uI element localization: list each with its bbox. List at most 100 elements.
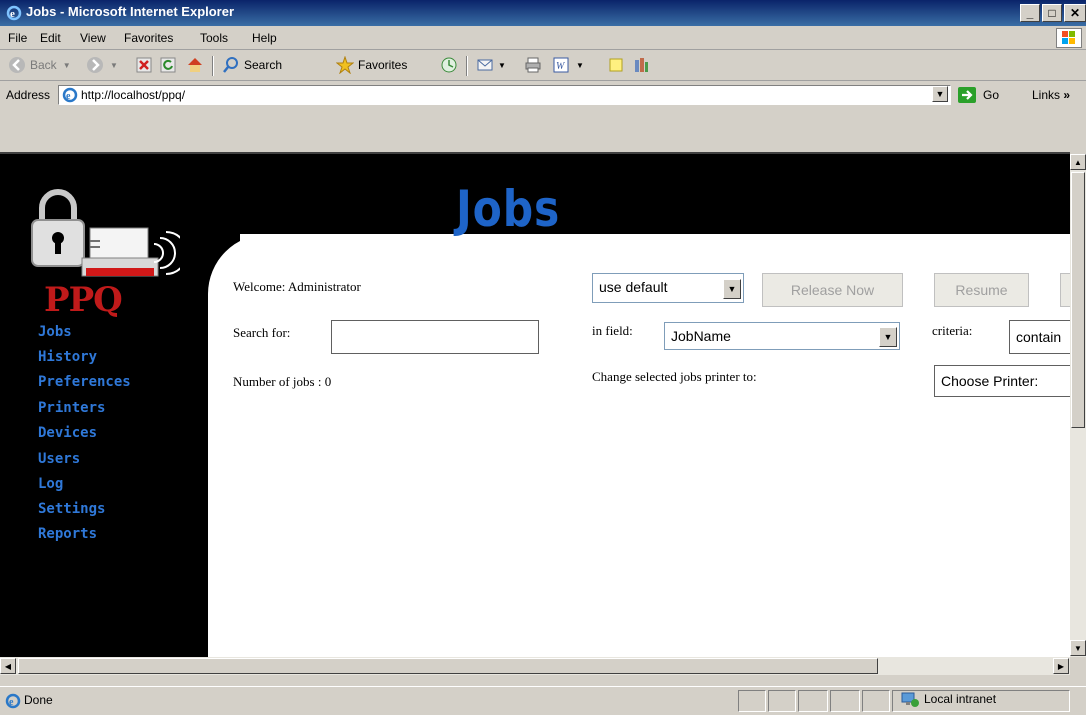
change-printer-label: Change selected jobs printer to:	[592, 369, 757, 384]
stop-button[interactable]	[136, 54, 152, 76]
minimize-icon: _	[1026, 6, 1034, 20]
svg-text:e: e	[10, 8, 15, 20]
scroll-right-icon[interactable]: ▶	[1053, 658, 1069, 674]
discuss-button[interactable]	[608, 54, 624, 76]
priority-select-value: use default	[599, 279, 668, 295]
printer-icon	[525, 57, 541, 73]
address-bar: Address e http://localhost/ppq/	[0, 82, 1086, 108]
menu-favorites[interactable]: Favorites	[124, 31, 173, 45]
menu-edit[interactable]: Edit	[40, 31, 61, 45]
scroll-left-icon[interactable]: ◀	[0, 658, 16, 674]
search-label: Search for:	[233, 325, 291, 340]
links-label: Links	[1032, 88, 1061, 102]
release-now-button[interactable]: Release Now	[762, 273, 903, 307]
address-label: Address	[6, 88, 51, 102]
star-icon	[336, 56, 354, 74]
close-icon: ✕	[1069, 6, 1081, 20]
forward-arrow-icon	[87, 57, 103, 73]
nav-history[interactable]: History	[38, 349, 97, 365]
in-field-label: in field:	[592, 323, 633, 338]
nav-reports[interactable]: Reports	[38, 526, 97, 542]
address-input[interactable]: e http://localhost/ppq/	[58, 85, 951, 105]
mail-icon	[477, 59, 493, 71]
nav-settings[interactable]: Settings	[38, 501, 105, 517]
windows-logo-icon	[1056, 28, 1082, 48]
address-url: http://localhost/ppq/	[81, 88, 186, 102]
edit-dropdown-icon[interactable]: ▼	[576, 61, 584, 70]
criteria-select-value: contain	[1016, 329, 1062, 345]
toolbar-separator	[212, 56, 214, 76]
criteria-label: criteria:	[932, 323, 973, 338]
nav-users[interactable]: Users	[38, 451, 80, 467]
menu-tools[interactable]: Tools	[200, 31, 228, 45]
history-icon	[441, 57, 457, 73]
menu-help[interactable]: Help	[252, 31, 277, 45]
criteria-select[interactable]: contain	[1009, 320, 1070, 354]
job-count: Number of jobs : 0	[233, 374, 332, 389]
status-pane	[798, 690, 828, 712]
go-label: Go	[983, 88, 1000, 102]
logo-text: PPQ	[44, 280, 123, 320]
back-arrow-icon	[9, 57, 25, 73]
printer-select-value: Choose Printer:	[941, 373, 1039, 389]
vertical-scroll-thumb[interactable]	[1071, 172, 1085, 428]
field-select[interactable]: JobName ▼	[664, 322, 900, 350]
title-bar: e Jobs - Microsoft Internet Explorer _ □…	[0, 0, 1086, 26]
nav-printers[interactable]: Printers	[38, 400, 105, 416]
zone-text: Local intranet	[924, 692, 997, 706]
nav-log[interactable]: Log	[38, 476, 63, 492]
search-label: Search	[244, 58, 283, 72]
history-button[interactable]	[440, 54, 458, 76]
messenger-button[interactable]	[632, 54, 650, 76]
status-pane	[862, 690, 890, 712]
back-button[interactable]: Back ▼	[8, 54, 71, 76]
svg-text:e: e	[9, 697, 14, 708]
links-button[interactable]: Links »	[1032, 88, 1070, 102]
resume-button[interactable]: Resume	[934, 273, 1029, 307]
minimize-button[interactable]: _	[1020, 4, 1040, 22]
close-button[interactable]: ✕	[1064, 4, 1086, 22]
back-label: Back	[30, 58, 57, 72]
favorites-button[interactable]: Favorites	[336, 54, 407, 76]
window-title: Jobs - Microsoft Internet Explorer	[26, 4, 235, 19]
priority-select[interactable]: use default ▼	[592, 273, 744, 303]
page-title: Jobs	[456, 180, 561, 238]
field-select-value: JobName	[671, 328, 731, 344]
menu-view[interactable]: View	[80, 31, 106, 45]
go-arrow-icon	[958, 87, 976, 103]
scroll-down-icon[interactable]: ▼	[1070, 640, 1086, 656]
nav-preferences[interactable]: Preferences	[38, 374, 131, 390]
scroll-up-icon[interactable]: ▲	[1070, 154, 1086, 170]
search-input[interactable]	[331, 320, 539, 354]
home-button[interactable]	[186, 54, 204, 76]
menu-bar: File Edit View Favorites Tools Help	[0, 26, 1086, 50]
address-dropdown-icon[interactable]: ▼	[932, 86, 948, 102]
toolbar-separator	[466, 56, 468, 76]
toolbar: Back ▼ ▼ Search Favorites ▼ W ▼	[0, 51, 1086, 81]
mail-dropdown-icon[interactable]: ▼	[498, 61, 506, 70]
ie-icon: e	[6, 5, 22, 21]
printer-select[interactable]: Choose Printer:	[934, 365, 1070, 397]
search-button[interactable]: Search	[222, 54, 282, 76]
back-dropdown-icon[interactable]: ▼	[63, 61, 71, 70]
print-button[interactable]	[524, 54, 542, 76]
word-icon: W	[553, 57, 569, 73]
more-button[interactable]	[1060, 273, 1070, 307]
go-button[interactable]: Go	[957, 84, 1007, 106]
horizontal-scroll-thumb[interactable]	[18, 658, 878, 674]
favorites-label: Favorites	[358, 58, 408, 72]
menu-file[interactable]: File	[8, 31, 27, 45]
refresh-button[interactable]	[160, 54, 176, 76]
forward-button[interactable]: ▼	[86, 54, 118, 76]
nav-devices[interactable]: Devices	[38, 425, 97, 441]
welcome-text: Welcome: Administrator	[233, 279, 361, 294]
maximize-button[interactable]: □	[1042, 4, 1062, 22]
chevron-down-icon: ▼	[879, 327, 897, 347]
page-done-icon: e	[5, 693, 21, 709]
edit-word-button[interactable]: W ▼	[552, 54, 584, 76]
nav-jobs[interactable]: Jobs	[38, 324, 72, 340]
scroll-corner	[1070, 657, 1086, 675]
forward-dropdown-icon[interactable]: ▼	[110, 61, 118, 70]
search-icon	[223, 57, 238, 73]
mail-button[interactable]: ▼	[476, 54, 506, 76]
